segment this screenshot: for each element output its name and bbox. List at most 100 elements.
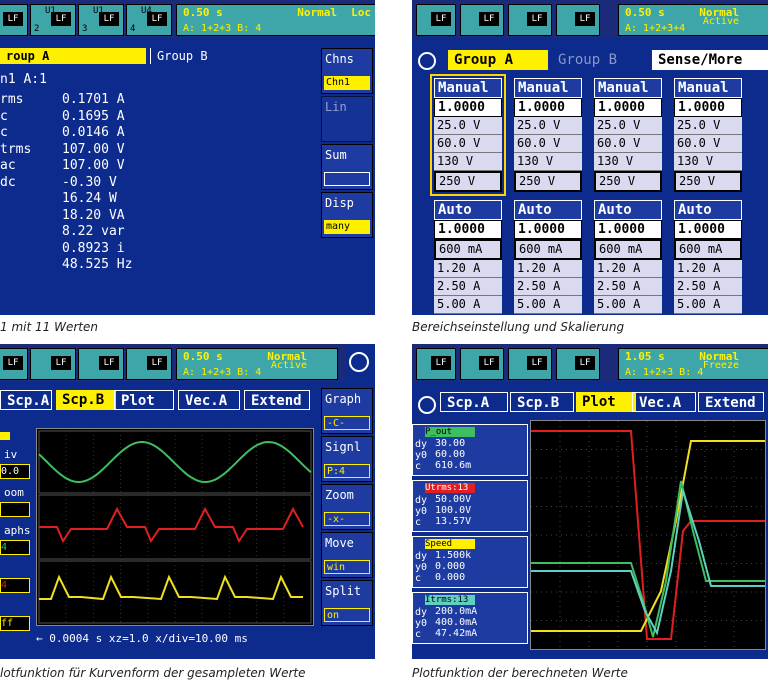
range-option[interactable]: 60.0 V xyxy=(674,135,742,153)
range-option[interactable]: 2.50 A xyxy=(674,278,742,296)
tab-group-a[interactable]: Group A xyxy=(448,50,548,70)
scale-factor[interactable]: 1.0000 xyxy=(594,98,662,117)
tab-scp-a[interactable]: Scp.A xyxy=(0,390,52,410)
channel-box-2[interactable]: LF xyxy=(460,348,504,380)
tab-scp-b[interactable]: Scp.B xyxy=(510,392,574,412)
side-button-graph[interactable]: Graph -C- xyxy=(321,388,373,434)
range-mode[interactable]: Auto xyxy=(594,200,662,220)
scale-factor[interactable]: 1.0000 xyxy=(514,220,582,239)
scale-factor[interactable]: 1.0000 xyxy=(674,220,742,239)
scale-factor[interactable]: 1.0000 xyxy=(674,98,742,117)
range-option[interactable]: 250 V xyxy=(674,171,742,192)
chns-button[interactable]: Chns Chn1 xyxy=(321,48,373,94)
control-value[interactable]: 0.0 xyxy=(0,464,30,479)
channel-box-4[interactable]: LF xyxy=(556,348,600,380)
channel-box-3[interactable]: LF xyxy=(508,4,552,36)
range-option[interactable]: 5.00 A xyxy=(434,296,502,314)
legend-box[interactable]: P_out dy y0 c 30.00 60.00 610.6m xyxy=(412,424,528,476)
tab-extend[interactable]: Extend xyxy=(244,390,310,410)
tab-vec-a[interactable]: Vec.A xyxy=(632,392,696,412)
range-option[interactable]: 60.0 V xyxy=(514,135,582,153)
control-value[interactable] xyxy=(0,502,30,517)
tab-scp-b[interactable]: Scp.B xyxy=(56,390,116,410)
channel-box-3[interactable]: LF xyxy=(78,348,124,380)
legend-box[interactable]: Itrms:13 dy y0 c 200.0mA 400.0mA 47.42mA xyxy=(412,592,528,644)
range-option[interactable]: 130 V xyxy=(514,153,582,171)
back-icon[interactable] xyxy=(418,396,436,414)
side-button-split[interactable]: Split on xyxy=(321,580,373,626)
range-option[interactable]: 5.00 A xyxy=(514,296,582,314)
scale-factor[interactable]: 1.0000 xyxy=(594,220,662,239)
range-option[interactable]: 250 V xyxy=(514,171,582,192)
scale-factor[interactable]: 1.0000 xyxy=(434,220,502,239)
channel-box-1[interactable]: LF xyxy=(0,348,28,380)
range-option[interactable]: 130 V xyxy=(434,153,502,171)
back-icon[interactable] xyxy=(418,52,436,70)
channel-box-1[interactable]: LF1 xyxy=(0,4,28,36)
channel-box-3[interactable]: LF xyxy=(508,348,552,380)
range-mode[interactable]: Manual xyxy=(674,78,742,98)
control-value[interactable]: 4 xyxy=(0,578,30,593)
range-option[interactable]: 60.0 V xyxy=(434,135,502,153)
lin-button[interactable]: Lin xyxy=(321,96,373,142)
tab-plot[interactable]: Plot xyxy=(114,390,174,410)
channel-box-4[interactable]: U4 LF 4 xyxy=(126,4,172,36)
range-option[interactable]: 5.00 A xyxy=(594,296,662,314)
range-mode[interactable]: Auto xyxy=(674,200,742,220)
control-value[interactable]: 4 xyxy=(0,540,30,555)
range-option[interactable]: 1.20 A xyxy=(594,260,662,278)
channel-box-4[interactable]: LF xyxy=(126,348,172,380)
tab-extend[interactable]: Extend xyxy=(698,392,764,412)
legend-box[interactable]: Speed dy y0 c 1.500k 0.000 0.000 xyxy=(412,536,528,588)
legend-box[interactable]: Utrms:13 dy y0 c 50.00V 100.0V 13.57V xyxy=(412,480,528,532)
range-option[interactable]: 25.0 V xyxy=(594,117,662,135)
range-option[interactable]: 250 V xyxy=(594,171,662,192)
range-option[interactable]: 250 V xyxy=(434,171,502,192)
channel-box-1[interactable]: LF xyxy=(416,348,456,380)
tab-group-b[interactable]: Group B xyxy=(150,48,317,64)
tab-group-b[interactable]: Group B xyxy=(552,50,648,70)
range-option[interactable]: 5.00 A xyxy=(674,296,742,314)
range-option[interactable]: 25.0 V xyxy=(674,117,742,135)
range-option[interactable]: 600 mA xyxy=(594,239,662,260)
scroll-icon[interactable] xyxy=(349,352,369,372)
range-mode[interactable]: Manual xyxy=(594,78,662,98)
range-option[interactable]: 2.50 A xyxy=(514,278,582,296)
range-mode[interactable]: Manual xyxy=(514,78,582,98)
tab-scp-a[interactable]: Scp.A xyxy=(440,392,508,412)
range-option[interactable]: 25.0 V xyxy=(434,117,502,135)
range-option[interactable]: 2.50 A xyxy=(434,278,502,296)
channel-box-4[interactable]: LF xyxy=(556,4,600,36)
range-mode[interactable]: Manual xyxy=(434,78,502,98)
scale-factor[interactable]: 1.0000 xyxy=(514,98,582,117)
range-option[interactable]: 130 V xyxy=(674,153,742,171)
channel-box-2[interactable]: LF xyxy=(460,4,504,36)
disp-button[interactable]: Disp many xyxy=(321,192,373,238)
range-option[interactable]: 600 mA xyxy=(514,239,582,260)
tab-vec-a[interactable]: Vec.A xyxy=(178,390,240,410)
sum-button[interactable]: Sum xyxy=(321,144,373,190)
control-value[interactable]: ff xyxy=(0,616,30,631)
side-button-move[interactable]: Move win xyxy=(321,532,373,578)
range-option[interactable]: 1.20 A xyxy=(434,260,502,278)
plot-screen[interactable] xyxy=(530,420,766,650)
channel-box-3[interactable]: U1 LF 3 xyxy=(78,4,124,36)
range-mode[interactable]: Auto xyxy=(434,200,502,220)
range-option[interactable]: 600 mA xyxy=(674,239,742,260)
side-button-zoom[interactable]: Zoom -x- xyxy=(321,484,373,530)
scope-screen[interactable] xyxy=(36,428,314,626)
tab-sense-more[interactable]: Sense/More xyxy=(652,50,768,70)
side-button-signl[interactable]: Signl P:4 xyxy=(321,436,373,482)
tab-group-a[interactable]: roup A xyxy=(0,48,146,64)
channel-box-1[interactable]: LF xyxy=(416,4,456,36)
range-option[interactable]: 1.20 A xyxy=(674,260,742,278)
range-option[interactable]: 1.20 A xyxy=(514,260,582,278)
channel-box-2[interactable]: U1 LF 2 xyxy=(30,4,76,36)
range-mode[interactable]: Auto xyxy=(514,200,582,220)
range-option[interactable]: 130 V xyxy=(594,153,662,171)
range-option[interactable]: 2.50 A xyxy=(594,278,662,296)
range-option[interactable]: 600 mA xyxy=(434,239,502,260)
scale-factor[interactable]: 1.0000 xyxy=(434,98,502,117)
range-option[interactable]: 25.0 V xyxy=(514,117,582,135)
channel-box-2[interactable]: LF xyxy=(30,348,76,380)
